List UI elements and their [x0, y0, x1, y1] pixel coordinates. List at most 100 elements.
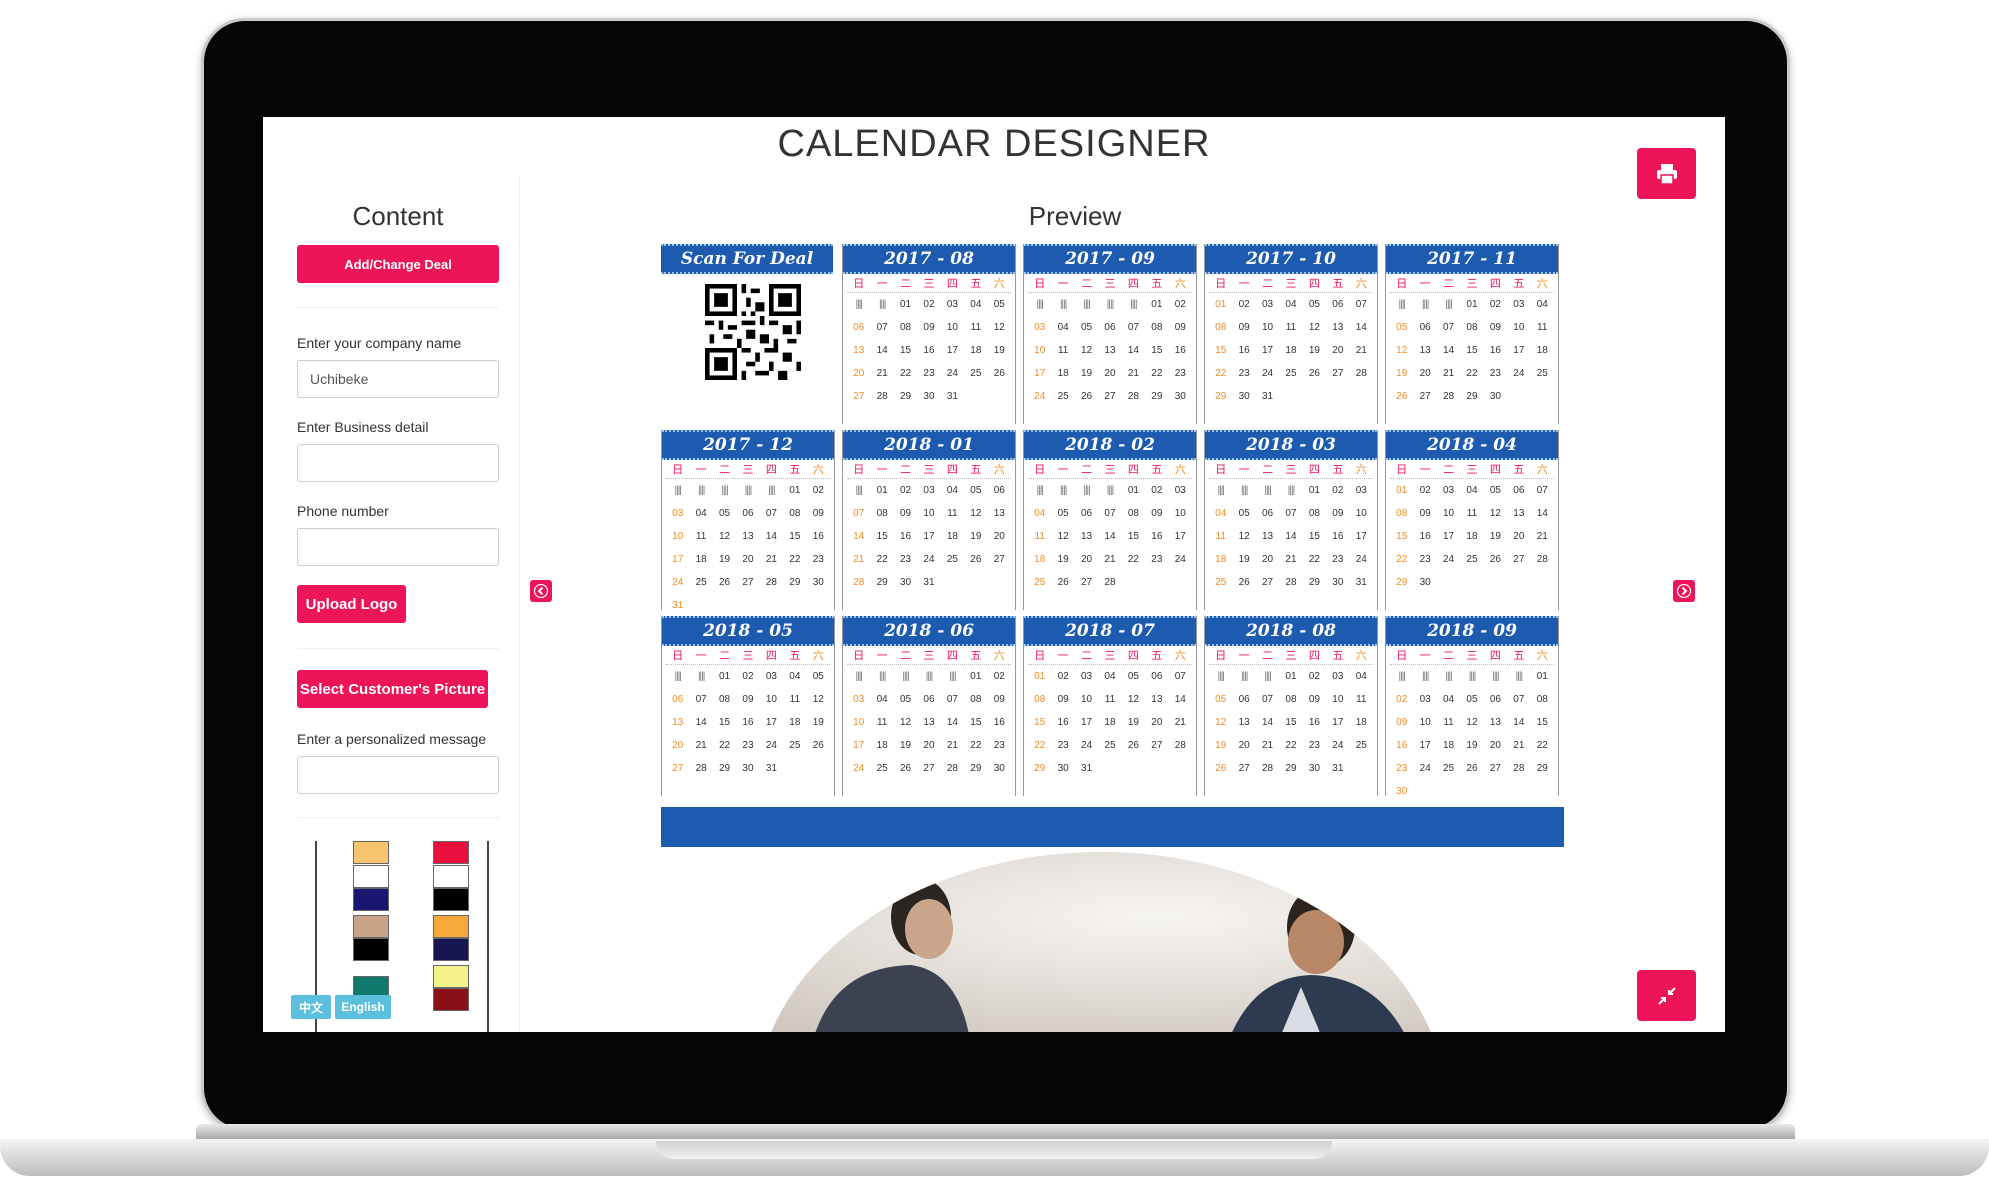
personalized-message-input[interactable]: [297, 756, 499, 794]
calendar-day: 26: [812, 740, 824, 751]
calendar-day: 17: [853, 740, 865, 751]
next-arrow-button[interactable]: [1673, 580, 1695, 602]
weekday-label: 二: [900, 278, 912, 290]
collapse-button[interactable]: [1637, 970, 1696, 1021]
month-title: 2017 - 09: [1024, 244, 1196, 274]
calendar-day: 15: [970, 717, 982, 728]
weekday-label: 五: [1151, 464, 1163, 476]
month-card: 2018 - 03 日一二三四五六 |||| |||| |||| |||| 01 02 03 04…: [1204, 430, 1378, 610]
calendar-day: 13: [1489, 717, 1501, 728]
month-title: 2018 - 01: [843, 430, 1015, 460]
calendar-day: 28: [876, 391, 888, 402]
calendar-day: 07: [1285, 508, 1297, 519]
calendar-day: 13: [853, 345, 865, 356]
weekday-label: 日: [1396, 278, 1408, 290]
calendar-day: 11: [876, 717, 888, 728]
weekday-label: 五: [1513, 650, 1525, 662]
calendar-day: 16: [812, 531, 824, 542]
calendar-day: 05: [1396, 322, 1408, 333]
weekday-label: 三: [1466, 278, 1478, 290]
weekday-row: 日一二三四五六: [1209, 646, 1373, 665]
calendar-day: 14: [1355, 322, 1367, 333]
calendar-day: 14: [695, 717, 707, 728]
calendar-day: 14: [1285, 531, 1297, 542]
weekday-label: 二: [900, 650, 912, 662]
calendar-day: 17: [1443, 531, 1455, 542]
color-swatch[interactable]: [433, 841, 469, 864]
color-swatch[interactable]: [433, 865, 469, 888]
calendar-day: 22: [1285, 740, 1297, 751]
calendar-day: 03: [765, 671, 777, 682]
calendar-day: 08: [789, 508, 801, 519]
color-swatch[interactable]: [353, 841, 389, 864]
calendar-day: 29: [1285, 763, 1297, 774]
calendar-day: 13: [1238, 717, 1250, 728]
calendar-day: 12: [812, 694, 824, 705]
calendar-day: 24: [1332, 740, 1344, 751]
color-swatch[interactable]: [353, 888, 389, 911]
language-english-button[interactable]: English: [335, 995, 391, 1019]
calendar-day: 10: [672, 531, 684, 542]
customer-photo: [661, 847, 1564, 1032]
calendar-day: 24: [1443, 554, 1455, 565]
color-swatch[interactable]: [353, 915, 389, 938]
add-change-deal-button[interactable]: Add/Change Deal: [297, 245, 499, 283]
color-swatch[interactable]: [433, 965, 469, 988]
calendar-day: 01: [970, 671, 982, 682]
calendar-day: 06: [1513, 485, 1525, 496]
weekday-label: 日: [1396, 464, 1408, 476]
weekday-label: 四: [1308, 464, 1320, 476]
select-customer-picture-button[interactable]: Select Customer's Picture: [297, 670, 488, 708]
color-swatch[interactable]: [433, 938, 469, 961]
calendar-day: 09: [993, 694, 1005, 705]
calendar-day: 30: [993, 763, 1005, 774]
month-card: 2017 - 09 日一二三四五六 |||| |||| |||| |||| |||| 01 02…: [1023, 244, 1197, 424]
calendar-day: 05: [970, 485, 982, 496]
weekday-label: 五: [789, 464, 801, 476]
weekday-label: 五: [1513, 278, 1525, 290]
calendar-day: 13: [1262, 531, 1274, 542]
calendar-day: 26: [1057, 577, 1069, 588]
calendar-day: 20: [742, 554, 754, 565]
color-swatch[interactable]: [433, 888, 469, 911]
calendar-day: 11: [1215, 531, 1226, 542]
calendar-day: 15: [1127, 531, 1139, 542]
language-chinese-button[interactable]: 中文: [291, 995, 331, 1019]
color-swatch[interactable]: [353, 938, 389, 961]
calendar-day: 06: [1151, 671, 1163, 682]
weekday-label: 二: [1443, 278, 1455, 290]
calendar-day: 23: [1332, 554, 1344, 565]
print-button[interactable]: [1637, 148, 1696, 199]
calendar-day: 23: [742, 740, 754, 751]
previous-arrow-button[interactable]: [530, 580, 552, 602]
month-title: 2018 - 02: [1024, 430, 1196, 460]
calendar-day: 21: [1355, 345, 1367, 356]
blank-day: ||||: [1445, 299, 1452, 310]
blank-day: ||||: [674, 485, 682, 496]
weekday-label: 三: [1104, 278, 1116, 290]
weekday-label: 日: [1034, 278, 1046, 290]
app-screen: CALENDAR DESIGNER Content Add/Change Dea…: [263, 117, 1725, 1032]
day-grid: |||| |||| |||| |||| |||| 01 02 03 04 05 06 07 08 09 10…: [666, 479, 830, 617]
calendar-day: 28: [1174, 740, 1186, 751]
calendar-day: 15: [719, 717, 731, 728]
weekday-label: 五: [970, 278, 982, 290]
weekday-row: 日一二三四五六: [1209, 460, 1373, 479]
color-swatch[interactable]: [353, 865, 389, 888]
company-name-input[interactable]: [297, 360, 499, 398]
color-swatch[interactable]: [433, 988, 469, 1011]
weekday-label: 日: [853, 464, 865, 476]
weekday-label: 四: [1489, 650, 1501, 662]
upload-logo-button[interactable]: Upload Logo: [297, 585, 406, 623]
calendar-day: 30: [1308, 763, 1320, 774]
calendar-day: 12: [1127, 694, 1139, 705]
color-swatch[interactable]: [433, 915, 469, 938]
calendar-day: 30: [1057, 763, 1069, 774]
calendar-day: 20: [1419, 368, 1431, 379]
calendar-day: 09: [1151, 508, 1163, 519]
phone-number-input[interactable]: [297, 528, 499, 566]
calendar-day: 02: [1419, 485, 1431, 496]
calendar-day: 09: [923, 322, 935, 333]
business-detail-input[interactable]: [297, 444, 499, 482]
blank-day: ||||: [768, 485, 775, 496]
